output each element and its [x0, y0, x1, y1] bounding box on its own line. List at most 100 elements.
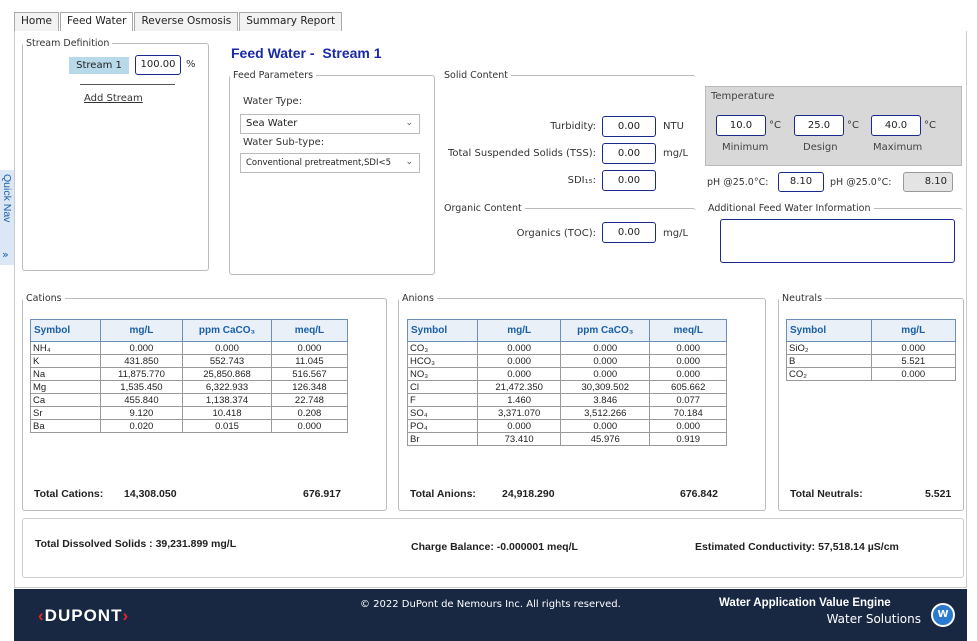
- column-header: mg/L: [870, 319, 956, 342]
- table-cell: 9.120: [99, 406, 184, 420]
- table-cell: 1,138.374: [182, 393, 272, 407]
- table-cell: 25,850.868: [182, 367, 272, 381]
- chevron-down-icon: ⌄: [405, 118, 413, 128]
- table-row: NO₃ 0.000 0.000 0.000: [406, 367, 727, 381]
- table-row: HCO₃ 0.000 0.000 0.000: [406, 354, 727, 368]
- water-type-select[interactable]: Sea Water ⌄: [240, 114, 420, 134]
- table-cell: F: [406, 393, 479, 407]
- cations-table: Symbol mg/L ppm CaCO₃ meq/L NH₄ 0.000 0.000 0.0…: [30, 319, 349, 433]
- table-cell: SiO₂: [786, 341, 872, 355]
- sdi-input[interactable]: 0.00: [602, 170, 656, 191]
- page-title-stream: Stream 1: [322, 45, 382, 61]
- table-cell: 0.000: [870, 341, 956, 355]
- temp-max-unit: °C: [924, 120, 936, 131]
- charge-balance: Charge Balance: -0.000001 meq/L: [411, 541, 578, 553]
- table-cell: 21,472.350: [477, 380, 562, 394]
- table-row: Ba 0.020 0.015 0.000: [30, 419, 349, 433]
- table-cell: 45.976: [560, 432, 651, 446]
- table-cell: 0.000: [560, 419, 651, 433]
- table-cell: 70.184: [649, 406, 727, 420]
- temp-design-input[interactable]: 25.0: [794, 115, 844, 136]
- table-row: Na 11,875.770 25,850.868 516.567: [30, 367, 349, 381]
- table-cell: Na: [30, 367, 101, 381]
- table-cell: 0.000: [649, 354, 727, 368]
- anions-table: Symbol mg/L ppm CaCO₃ meq/L CO₃ 0.000 0.000 0.0…: [406, 319, 727, 446]
- table-cell: NO₃: [406, 367, 479, 381]
- column-header: ppm CaCO₃: [182, 319, 272, 342]
- table-row: NH₄ 0.000 0.000 0.000: [30, 341, 349, 355]
- additional-info-textarea[interactable]: [720, 219, 955, 263]
- column-header: mg/L: [99, 319, 184, 342]
- table-cell: 1,535.450: [99, 380, 184, 394]
- toc-label: Organics (TOC):: [516, 228, 596, 239]
- percent-unit: %: [186, 59, 196, 70]
- temp-max-label: Maximum: [873, 142, 923, 153]
- column-header: meq/L: [270, 319, 349, 342]
- total-anions-label: Total Anions:: [410, 488, 476, 500]
- stream-1-label[interactable]: Stream 1: [69, 57, 129, 74]
- table-cell: 3,371.070: [477, 406, 562, 420]
- table-cell: 6,322.933: [182, 380, 272, 394]
- table-cell: 1.460: [477, 393, 562, 407]
- column-header: mg/L: [477, 319, 562, 342]
- turbidity-label: Turbidity:: [550, 121, 596, 132]
- tss-input[interactable]: 0.00: [602, 143, 656, 164]
- tab-summary-report[interactable]: Summary Report: [239, 12, 343, 31]
- water-subtype-select[interactable]: Conventional pretreatment,SDI<5 ⌄: [240, 153, 420, 173]
- ph-input[interactable]: 8.10: [778, 172, 824, 192]
- table-cell: 0.919: [649, 432, 727, 446]
- add-stream-link[interactable]: Add Stream: [84, 93, 143, 104]
- tss-label: Total Suspended Solids (TSS):: [447, 148, 596, 159]
- table-cell: Cl: [406, 380, 479, 394]
- total-anions-mg: 24,918.290: [502, 488, 555, 500]
- toc-input[interactable]: 0.00: [602, 222, 656, 243]
- temp-design-label: Design: [803, 142, 838, 153]
- tab-bar: Home Feed Water Reverse Osmosis Summary …: [14, 12, 343, 32]
- table-cell: Ca: [30, 393, 101, 407]
- organic-content-legend: Organic Content: [444, 203, 522, 214]
- table-row: SO₄ 3,371.070 3,512.266 70.184: [406, 406, 727, 420]
- table-cell: Ba: [30, 419, 101, 433]
- tab-reverse-osmosis[interactable]: Reverse Osmosis: [134, 12, 239, 31]
- logo-bracket-left-icon: ‹: [38, 606, 45, 625]
- tab-feed-water[interactable]: Feed Water: [60, 12, 134, 32]
- stream-percent-input[interactable]: 100.00: [135, 55, 181, 75]
- table-cell: 0.000: [477, 419, 562, 433]
- page-title: Feed Water - Stream 1: [231, 45, 382, 61]
- tss-unit: mg/L: [663, 148, 689, 159]
- quick-nav-toggle[interactable]: Quick Nav »: [0, 170, 14, 265]
- table-row: K 431.850 552.743 11.045: [30, 354, 349, 368]
- table-cell: 5.521: [870, 354, 956, 368]
- table-cell: 552.743: [182, 354, 272, 368]
- table-cell: 0.000: [649, 367, 727, 381]
- temp-min-input[interactable]: 10.0: [716, 115, 766, 136]
- column-header: ppm CaCO₃: [560, 319, 651, 342]
- ph-adjusted-label: pH @25.0°C:: [830, 177, 892, 188]
- column-header: Symbol: [406, 319, 479, 342]
- neutrals-table: Symbol mg/L SiO₂ 0.000 B 5.521 CO₂ 0.000: [786, 319, 956, 381]
- table-cell: 22.748: [270, 393, 349, 407]
- tab-home[interactable]: Home: [14, 12, 60, 31]
- total-neutrals-label: Total Neutrals:: [790, 488, 863, 500]
- table-row: Mg 1,535.450 6,322.933 126.348: [30, 380, 349, 394]
- turbidity-input[interactable]: 0.00: [602, 116, 656, 137]
- total-anions-meq: 676.842: [680, 488, 718, 500]
- table-cell: 3,512.266: [560, 406, 651, 420]
- cations-legend: Cations: [26, 293, 62, 304]
- temp-max-input[interactable]: 40.0: [871, 115, 921, 136]
- table-row: CO₃ 0.000 0.000 0.000: [406, 341, 727, 355]
- table-cell: 0.020: [99, 419, 184, 433]
- copyright-text: © 2022 DuPont de Nemours Inc. All rights…: [360, 599, 621, 610]
- turbidity-unit: NTU: [663, 121, 684, 132]
- column-header: meq/L: [649, 319, 727, 342]
- temp-design-unit: °C: [847, 120, 859, 131]
- table-cell: Br: [406, 432, 479, 446]
- table-cell: 11.045: [270, 354, 349, 368]
- logo-text: DUPONT: [44, 606, 123, 625]
- table-cell: CO₂: [786, 367, 872, 381]
- table-cell: PO₄: [406, 419, 479, 433]
- anions-legend: Anions: [402, 293, 434, 304]
- divider: [80, 84, 175, 85]
- table-cell: NH₄: [30, 341, 101, 355]
- table-cell: SO₄: [406, 406, 479, 420]
